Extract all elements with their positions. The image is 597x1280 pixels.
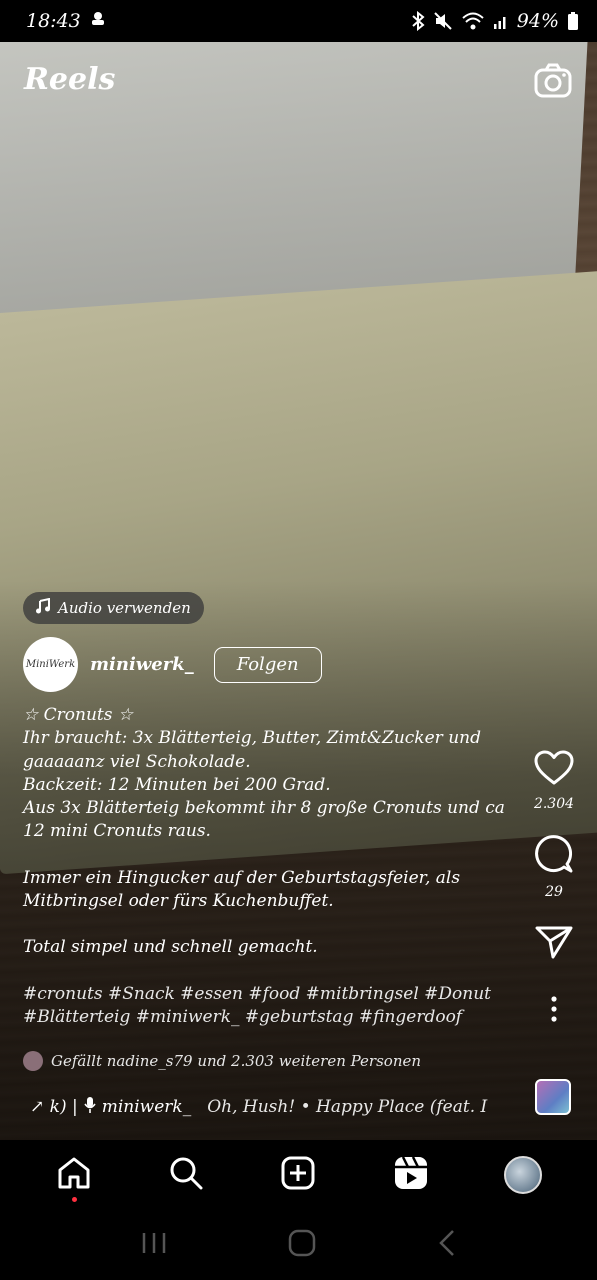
follow-button[interactable]: Folgen <box>213 646 322 683</box>
audio-thumbnail[interactable] <box>535 1079 571 1115</box>
likes-text: Gefällt nadine_s79 und 2.303 weiteren Pe… <box>51 1052 422 1070</box>
caption[interactable]: ☆ Cronuts ☆ Ihr braucht: 3x Blätterteig,… <box>23 704 523 1029</box>
caption-paragraph: Immer ein Hingucker auf der Geburtstagsf… <box>23 867 466 912</box>
use-audio-button[interactable]: Audio verwenden <box>23 592 204 624</box>
like-button[interactable]: 2.304 <box>534 750 574 812</box>
reels-icon <box>394 1156 428 1194</box>
music-prefix: ↗ k) | <box>30 1097 78 1117</box>
recent-apps-icon[interactable] <box>140 1231 168 1259</box>
home-icon <box>57 1156 91 1194</box>
comment-icon <box>534 834 574 878</box>
nav-reels[interactable] <box>381 1145 441 1205</box>
username[interactable]: miniwerk_ <box>90 654 194 675</box>
battery-icon <box>567 11 579 31</box>
caption-line: ☆ Cronuts ☆ <box>23 705 134 725</box>
signal-icon <box>493 12 509 30</box>
heart-icon <box>534 750 574 790</box>
battery-percent: 94% <box>516 10 559 32</box>
system-nav-bar <box>0 1210 597 1280</box>
share-button[interactable] <box>535 924 573 964</box>
avatar-logo-text: MiniWerk <box>25 659 76 670</box>
nav-profile[interactable] <box>493 1145 553 1205</box>
bottom-nav <box>0 1140 597 1210</box>
avatar[interactable]: MiniWerk <box>23 637 78 692</box>
nav-create[interactable] <box>268 1145 328 1205</box>
bluetooth-icon <box>411 11 425 31</box>
send-icon <box>535 924 573 964</box>
status-time: 18:43 <box>26 10 81 32</box>
mute-icon <box>433 11 453 31</box>
more-button[interactable] <box>550 996 558 1026</box>
status-bar: 18:43 94% <box>0 0 597 42</box>
search-icon <box>169 1156 203 1194</box>
caption-line: Aus 3x Blätterteig bekommt ihr 8 große C… <box>23 798 511 842</box>
nav-search[interactable] <box>156 1145 216 1205</box>
author-row: MiniWerk miniwerk_ Folgen <box>23 637 322 692</box>
notification-icon <box>89 10 107 33</box>
music-track: Oh, Hush! • Happy Place (feat. I <box>207 1097 488 1117</box>
notification-dot <box>72 1197 78 1202</box>
use-audio-label: Audio verwenden <box>58 599 191 617</box>
camera-icon[interactable] <box>534 63 572 99</box>
hashtags[interactable]: #cronuts #Snack #essen #food #mitbringse… <box>23 983 523 1030</box>
caption-line: Backzeit: 12 Minuten bei 200 Grad. <box>23 774 331 795</box>
comment-count: 29 <box>545 884 563 900</box>
profile-avatar <box>503 1156 542 1194</box>
create-icon <box>281 1156 315 1194</box>
wifi-icon <box>461 11 485 31</box>
home-system-icon[interactable] <box>288 1229 316 1261</box>
caption-paragraph: Total simpel und schnell gemacht. <box>23 937 318 958</box>
music-row[interactable]: ↗ k) | miniwerk_ Oh, Hush! • Happy Place… <box>30 1094 505 1120</box>
back-icon[interactable] <box>437 1229 457 1261</box>
comment-button[interactable]: 29 <box>534 834 574 900</box>
liker-avatar <box>23 1051 43 1071</box>
music-artist: miniwerk_ <box>101 1097 192 1117</box>
like-count: 2.304 <box>533 796 575 812</box>
music-note-icon <box>35 597 51 618</box>
caption-line: Ihr braucht: 3x Blätterteig, Butter, Zim… <box>23 728 487 772</box>
more-vertical-icon <box>550 996 558 1026</box>
page-title: Reels <box>24 62 116 97</box>
microphone-icon <box>84 1096 96 1119</box>
nav-home[interactable] <box>44 1145 104 1205</box>
likes-summary[interactable]: Gefällt nadine_s79 und 2.303 weiteren Pe… <box>23 1051 421 1071</box>
side-actions: 2.304 29 <box>525 750 583 1026</box>
